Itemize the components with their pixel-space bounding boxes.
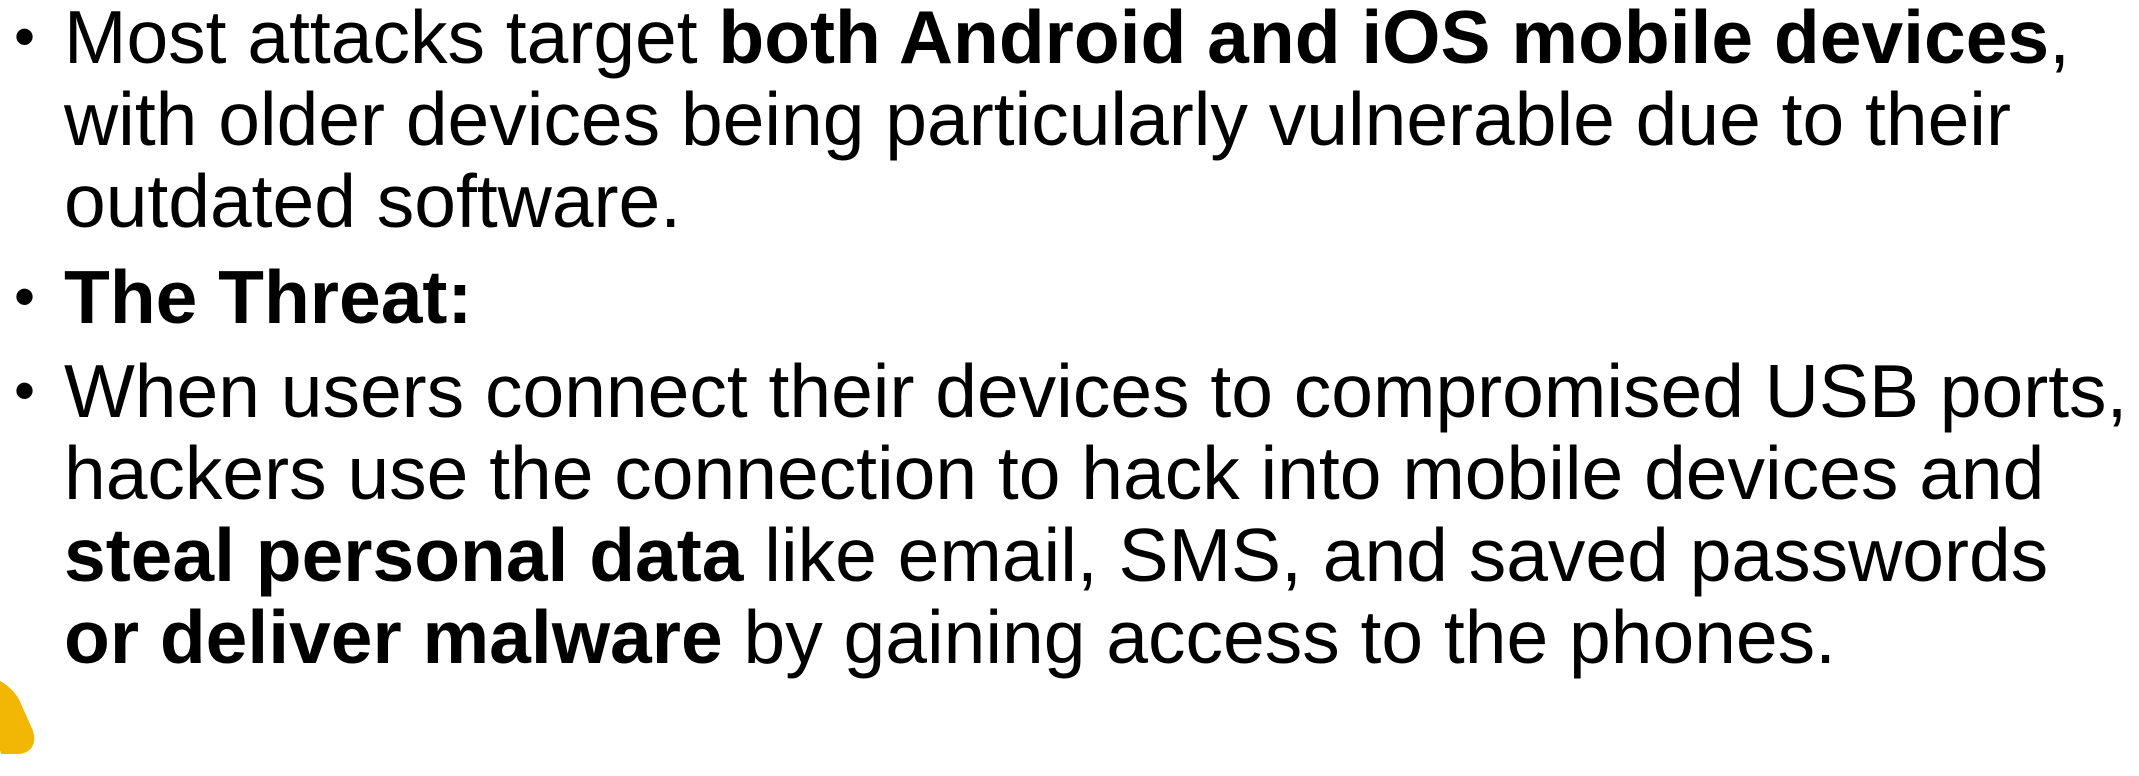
bullet-text: like email, SMS, and saved passwords (743, 513, 2049, 597)
bullet-item-attacks: • Most attacks target both Android and i… (0, 0, 2139, 242)
slide: • Most attacks target both Android and i… (0, 0, 2139, 776)
decorative-accent-shape (0, 676, 44, 754)
bullet-text: When users connect their devices to comp… (64, 349, 2128, 515)
bullet-heading-text: The Threat: (64, 255, 473, 339)
bullet-text-bold: steal personal data (64, 513, 744, 597)
bullet-text-bold: both Android and iOS mobile devices (718, 0, 2050, 79)
bullet-dot-icon: • (14, 3, 36, 70)
bullet-dot-icon: • (14, 357, 36, 424)
bullet-text-bold: or deliver malware (64, 595, 723, 679)
bullet-item-threat-description: • When users connect their devices to co… (0, 350, 2139, 678)
bullet-dot-icon: • (14, 263, 36, 330)
bullet-item-threat-heading: • The Threat: (0, 256, 2139, 338)
bullet-list: • Most attacks target both Android and i… (0, 0, 2139, 678)
bullet-text: by gaining access to the phones. (722, 595, 1836, 679)
bullet-text: Most attacks target (64, 0, 719, 79)
